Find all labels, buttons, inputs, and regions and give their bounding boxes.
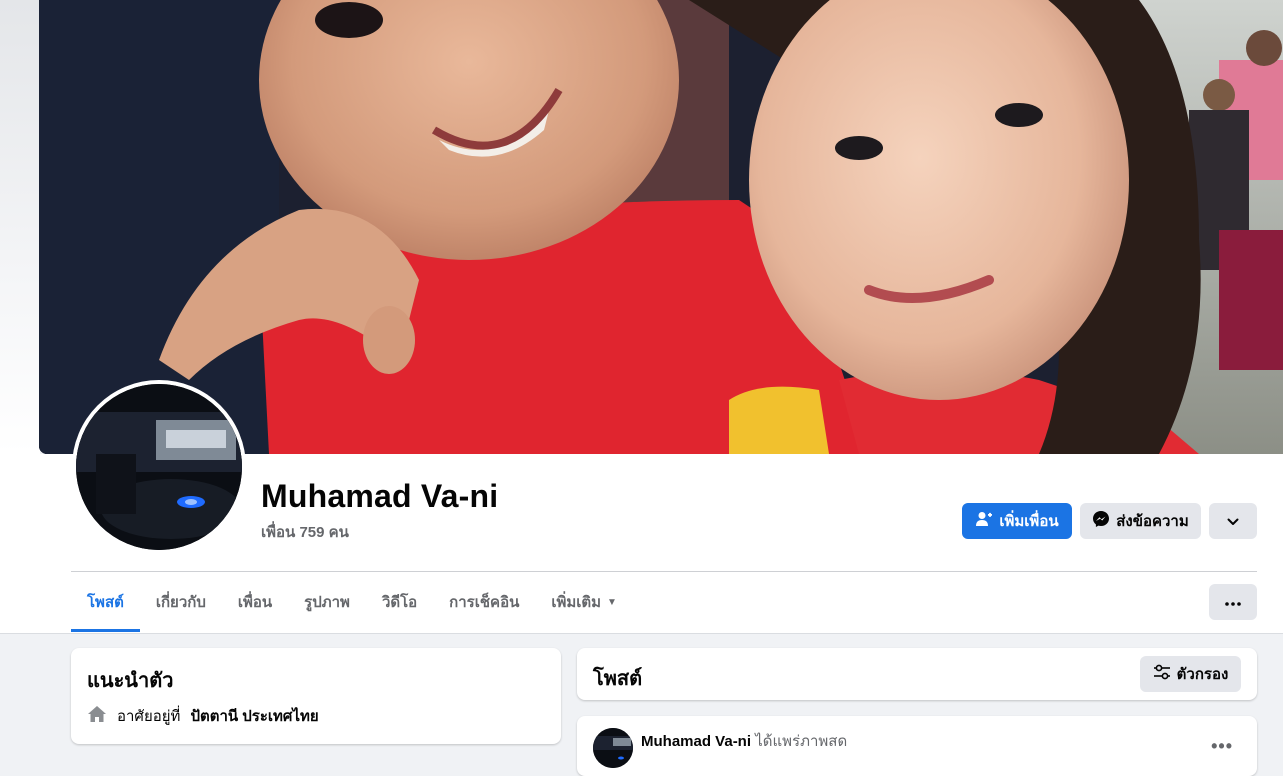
tab-photos[interactable]: รูปภาพ (288, 572, 366, 632)
post-author-name[interactable]: Muhamad Va-ni (641, 733, 751, 750)
cover-photo[interactable] (39, 0, 1283, 454)
tab-posts[interactable]: โพสต์ (71, 572, 140, 632)
post-header-line: Muhamad Va-ni ได้แพร่ภาพสด (641, 729, 847, 753)
home-icon (87, 704, 107, 728)
avatar-image (76, 384, 242, 550)
post-card: Muhamad Va-ni ได้แพร่ภาพสด ••• (577, 716, 1257, 776)
tab-photos-label: รูปภาพ (304, 594, 350, 611)
tab-checkins[interactable]: การเช็คอิน (433, 572, 535, 632)
tab-more-label: เพิ่มเติม (551, 594, 602, 611)
tab-friends[interactable]: เพื่อน (222, 572, 288, 632)
filter-button[interactable]: ตัวกรอง (1140, 656, 1241, 692)
more-horizontal-icon: ••• (1211, 736, 1233, 756)
profile-name: Muhamad Va-ni (261, 478, 499, 514)
filter-icon (1153, 664, 1171, 684)
add-friend-label: เพิ่มเพื่อน (999, 513, 1059, 530)
tab-videos[interactable]: วิดีโอ (366, 572, 433, 632)
intro-card: แนะนำตัว อาศัยอยู่ที่ ปัตตานี ประเทศไทย (71, 648, 561, 744)
lives-in-prefix: อาศัยอยู่ที่ (117, 708, 181, 725)
intro-title: แนะนำตัว (87, 670, 174, 692)
tabs-more-options-button[interactable] (1209, 584, 1257, 620)
post-author-avatar[interactable] (593, 728, 633, 768)
add-friend-icon (975, 511, 993, 531)
message-label: ส่งข้อความ (1116, 513, 1189, 530)
chevron-down-icon (1227, 513, 1239, 530)
tab-about[interactable]: เกี่ยวกับ (140, 572, 222, 632)
intro-lives-in: อาศัยอยู่ที่ ปัตตานี ประเทศไทย (87, 704, 319, 728)
messenger-icon (1092, 510, 1110, 532)
page-gutter (0, 0, 40, 454)
tab-videos-label: วิดีโอ (381, 594, 418, 611)
posts-header-card: โพสต์ ตัวกรอง (577, 648, 1257, 700)
filter-label: ตัวกรอง (1176, 666, 1229, 683)
tab-about-label: เกี่ยวกับ (155, 594, 206, 611)
tab-posts-label: โพสต์ (87, 594, 124, 611)
message-button[interactable]: ส่งข้อความ (1080, 503, 1201, 539)
add-friend-button[interactable]: เพิ่มเพื่อน (962, 503, 1072, 539)
tab-friends-label: เพื่อน (237, 594, 273, 611)
tab-checkins-label: การเช็คอิน (449, 594, 520, 611)
lives-in-place[interactable]: ปัตตานี ประเทศไทย (190, 704, 318, 728)
more-horizontal-icon (1225, 593, 1241, 611)
post-action-text: ได้แพร่ภาพสด (755, 733, 848, 750)
posts-title: โพสต์ (593, 668, 643, 690)
tab-more[interactable]: เพิ่มเติม ▼ (535, 572, 633, 632)
profile-options-button[interactable] (1209, 503, 1257, 539)
profile-tabs: โพสต์ เกี่ยวกับ เพื่อน รูปภาพ วิดีโอ การ… (71, 572, 633, 632)
profile-avatar[interactable] (72, 380, 246, 554)
caret-down-icon: ▼ (607, 596, 617, 608)
friends-count[interactable]: เพื่อน 759 คน (261, 520, 349, 544)
